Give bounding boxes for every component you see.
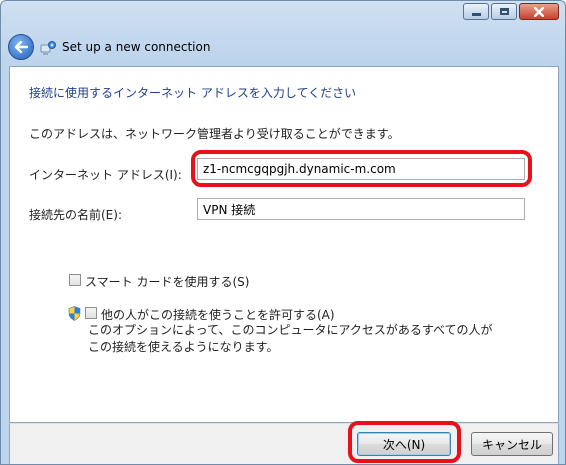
allow-others-help-line2: この接続を使えるようになります。 <box>88 340 279 354</box>
title-bar <box>1 1 565 29</box>
allow-others-checkbox[interactable] <box>85 307 97 319</box>
content-panel <box>9 66 559 423</box>
page-heading: 接続に使用するインターネット アドレスを入力してください <box>29 86 357 100</box>
allow-others-help-line1: このオプションによって、このコンピュータにアクセスがあるすべての人が <box>88 323 493 337</box>
close-button[interactable] <box>519 3 559 20</box>
allow-others-label[interactable]: 他の人がこの接続を使うことを許可する(A) <box>101 306 335 323</box>
maximize-icon <box>499 8 509 15</box>
destination-name-field[interactable] <box>197 198 525 220</box>
close-icon <box>534 6 544 17</box>
maximize-button[interactable] <box>491 3 517 20</box>
network-connection-icon <box>40 41 56 55</box>
back-arrow-icon <box>14 41 28 53</box>
caption-buttons <box>463 3 559 20</box>
uac-shield-icon <box>68 306 81 321</box>
internet-address-field[interactable] <box>197 158 525 180</box>
cancel-button[interactable]: キャンセル <box>471 432 553 456</box>
wizard-title: Set up a new connection <box>62 40 211 54</box>
nav-row: Set up a new connection <box>1 31 565 63</box>
smart-card-checkbox[interactable] <box>69 274 81 286</box>
back-button[interactable] <box>8 34 34 60</box>
description-text: このアドレスは、ネットワーク管理者より受け取ることができます。 <box>29 127 400 141</box>
wizard-window: Set up a new connection 接続に使用するインターネット ア… <box>0 0 566 465</box>
next-button[interactable]: 次へ(N) <box>357 432 451 456</box>
address-label: インターネット アドレス(I): <box>29 168 182 182</box>
minimize-icon <box>471 12 481 16</box>
minimize-button[interactable] <box>463 3 489 20</box>
smart-card-label[interactable]: スマート カードを使用する(S) <box>85 273 249 290</box>
destination-name-label: 接続先の名前(E): <box>29 208 122 222</box>
